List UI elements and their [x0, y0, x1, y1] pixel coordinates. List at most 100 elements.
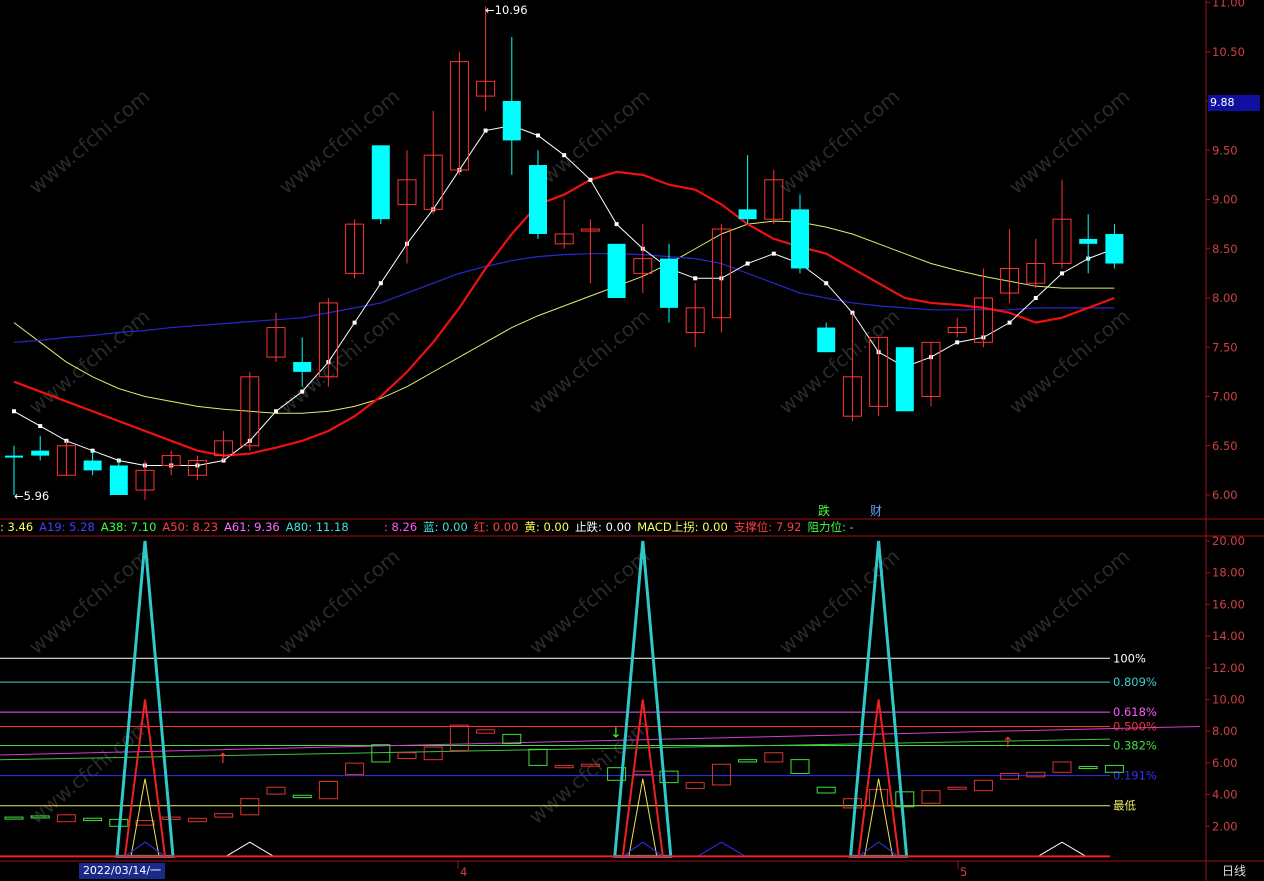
- fib-level-label: 0.618%: [1113, 705, 1157, 719]
- indicator-legend-item: A38: 7.10: [100, 520, 157, 534]
- up-arrow-icon: ↑: [1002, 735, 1014, 751]
- indicator-mini-candle: [947, 786, 967, 790]
- candle-body: [1079, 238, 1098, 244]
- ma-white-dot: [1060, 271, 1064, 276]
- indicator-mini-candle: [135, 820, 155, 826]
- indicator-legend-item: 红: 0.00: [473, 520, 519, 534]
- price-tick-label: 8.00: [1212, 291, 1238, 305]
- indicator-mini-candle: [318, 780, 338, 800]
- indicator-mini-candle: [423, 746, 443, 761]
- indicator-mini-candle: [371, 744, 391, 763]
- ma-blue-line: [13, 253, 1115, 343]
- indicator-legend-item: A19: 5.28: [39, 520, 95, 534]
- watermark-text: www.cfchi.com: [524, 304, 654, 419]
- watermark-text: www.cfchi.com: [1004, 304, 1134, 419]
- signal-spike-red: [857, 699, 900, 858]
- down-arrow-icon: ↓: [610, 726, 622, 742]
- candle-body: [502, 101, 521, 141]
- indicator-mini-candle: [1078, 766, 1098, 770]
- watermark-text: www.cfchi.com: [1004, 544, 1134, 659]
- indicator-mini-candle: [633, 770, 653, 776]
- ma-white-dot: [745, 261, 750, 266]
- indicator-mini-candle: [266, 786, 286, 795]
- indicator-legend-item: : 8.26: [384, 520, 418, 534]
- small-peak-line: [1037, 841, 1087, 857]
- indicator-legend-item: : 3.46: [0, 520, 34, 534]
- candle-body: [660, 258, 678, 308]
- indicator-legend-item: 止跌: 0.00: [575, 520, 632, 534]
- indicator-tick-label: 10.00: [1212, 693, 1245, 707]
- fib-level-label: 0.809%: [1113, 675, 1157, 689]
- indicator-legend-item: 阻力位: -: [807, 520, 854, 534]
- candle-body: [293, 362, 312, 372]
- candle-body: [529, 165, 547, 234]
- price-tick-label: 6.00: [1212, 488, 1238, 502]
- candle-body: [31, 450, 50, 456]
- watermark-text: www.cfchi.com: [24, 304, 154, 419]
- indicator-legend-item: 支撑位: 7.92: [733, 520, 802, 534]
- price-tick-label: 9.50: [1212, 143, 1238, 157]
- chart-canvas[interactable]: www.cfchi.com www.cfchi.com www.cfchi.com w…: [0, 0, 1264, 881]
- watermark-text: www.cfchi.com: [274, 544, 404, 659]
- event-label-finance: 财: [870, 504, 882, 518]
- indicator-mini-candle: [1000, 772, 1020, 780]
- candle-body: [1105, 233, 1124, 264]
- indicator-mini-candle: [842, 798, 862, 809]
- watermark-text: www.cfchi.com: [274, 304, 404, 419]
- indicator-mini-candle: [554, 764, 574, 769]
- candle-body: [109, 465, 128, 495]
- period-label[interactable]: 日线: [1208, 863, 1260, 880]
- indicator-mini-candle: [449, 724, 469, 751]
- signal-spike-teal: [115, 540, 175, 858]
- price-tick-label: 11.00: [1212, 0, 1245, 10]
- indicator-mini-candle: [869, 789, 889, 807]
- small-peak-line: [697, 841, 746, 857]
- candle-body: [83, 460, 102, 471]
- small-peak-line: [225, 841, 275, 857]
- indicator-mini-candle: [4, 816, 24, 820]
- ma-white-dot: [536, 133, 540, 138]
- ma-white-dot: [352, 320, 357, 325]
- event-label-drop: 跌: [818, 503, 830, 518]
- ma-white-dot: [693, 276, 698, 281]
- candle-body: [738, 209, 757, 220]
- indicator-legend-item: A50: 8.23: [162, 520, 219, 534]
- indicator-mini-candle: [528, 748, 548, 766]
- indicator-tick-label: 20.00: [1212, 534, 1245, 548]
- ma-white-dot: [1007, 320, 1012, 325]
- candle-body: [371, 145, 390, 220]
- price-tick-label: 10.50: [1212, 45, 1245, 59]
- indicator-mini-candle: [973, 779, 993, 792]
- indicator-legend-left: : 3.46 A19: 5.28 A38: 7.10 A50: 8.23 A61: 9.…: [0, 519, 355, 535]
- ma-white-dot: [824, 281, 829, 286]
- ma-white-dot: [12, 409, 16, 414]
- indicator-mini-candle: [711, 763, 731, 786]
- ma-white-dot: [955, 340, 960, 345]
- indicator-tick-label: 6.00: [1212, 756, 1238, 770]
- fib-level-label: 0.382%: [1113, 738, 1157, 752]
- price-tick-label: 9.00: [1212, 193, 1238, 207]
- last-price-tag: 9.88: [1208, 95, 1260, 111]
- indicator-mini-candle: [738, 759, 758, 763]
- indicator-mini-candle: [764, 752, 784, 763]
- candle-body: [817, 327, 836, 353]
- fib-level-label: 0.191%: [1113, 769, 1157, 783]
- indicator-mini-candle: [1052, 761, 1072, 773]
- low-price-label: ←5.96: [14, 489, 49, 503]
- indicator-mini-candle: [790, 759, 810, 774]
- candle-body: [895, 347, 914, 412]
- watermark-text: www.cfchi.com: [774, 84, 904, 199]
- indicator-mini-candle: [397, 752, 417, 760]
- ma-white-dot: [1033, 296, 1038, 300]
- signal-spike-yellow: [864, 778, 894, 857]
- ma-white-dot: [614, 222, 619, 227]
- ma-white-dot: [300, 389, 305, 394]
- ma-white-dot: [483, 128, 488, 133]
- watermark-text: www.cfchi.com: [1004, 84, 1134, 199]
- indicator-mini-candle: [476, 729, 496, 734]
- indicator-mini-candle: [292, 794, 312, 799]
- ma-white-dot: [378, 281, 383, 286]
- price-tick-label: 6.50: [1212, 439, 1238, 453]
- indicator-legend-item: 蓝: 0.00: [423, 520, 468, 534]
- indicator-tick-label: 2.00: [1212, 819, 1238, 833]
